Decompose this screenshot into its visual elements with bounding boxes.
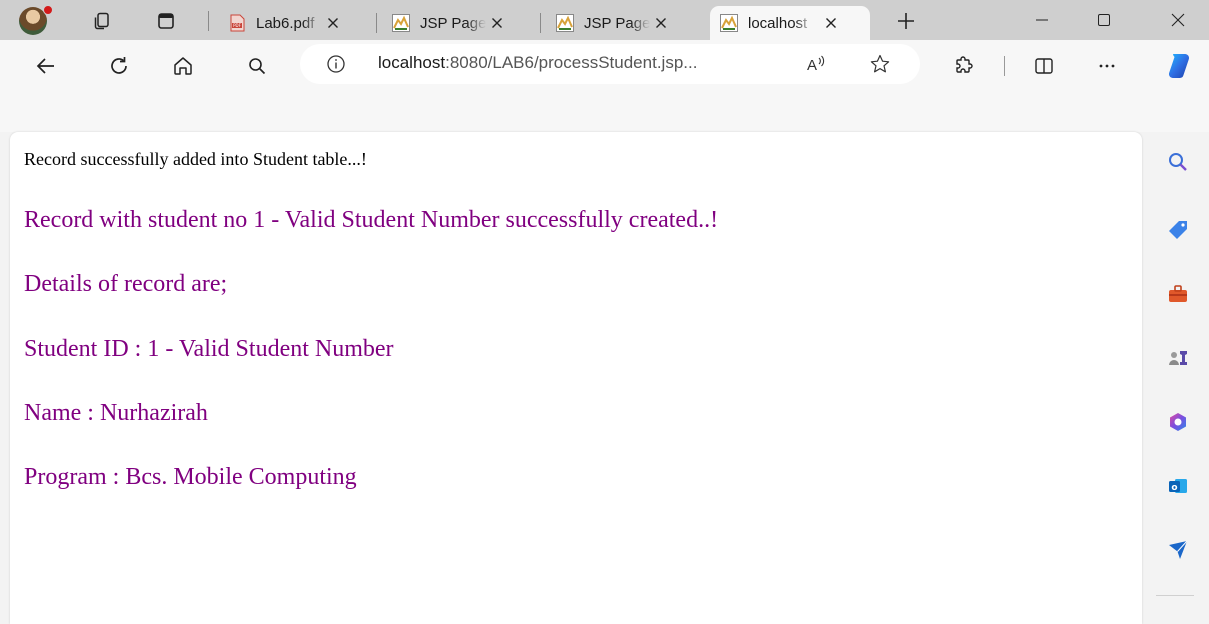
refresh-icon[interactable]	[101, 48, 137, 84]
site-info-icon[interactable]	[326, 54, 346, 74]
minimize-icon[interactable]	[1019, 0, 1065, 40]
close-window-icon[interactable]	[1155, 0, 1201, 40]
tab-divider	[540, 13, 541, 33]
send-icon[interactable]	[1166, 538, 1190, 562]
search-icon[interactable]	[1166, 150, 1190, 174]
tab-jsp-page-1[interactable]: JSP Page	[382, 6, 534, 40]
url-text: localhost:8080/LAB6/processStudent.jsp..…	[378, 53, 697, 73]
workspaces-icon[interactable]	[89, 8, 115, 34]
new-tab-icon[interactable]	[893, 8, 919, 34]
student-program-line: Program : Bcs. Mobile Computing	[24, 464, 357, 490]
url-host: localhost	[378, 53, 446, 72]
tab-lab6-pdf[interactable]: PDF Lab6.pdf	[218, 6, 370, 40]
back-icon[interactable]	[28, 48, 64, 84]
address-bar[interactable]: localhost:8080/LAB6/processStudent.jsp..…	[300, 44, 920, 84]
split-screen-icon[interactable]	[1026, 48, 1062, 84]
copilot-icon[interactable]	[1161, 48, 1197, 84]
tab-title: JSP Page	[420, 14, 486, 32]
tab-divider	[376, 13, 377, 33]
favorite-star-icon[interactable]	[869, 53, 891, 79]
close-icon[interactable]	[488, 14, 506, 32]
tomcat-icon	[720, 14, 738, 32]
tab-localhost[interactable]: localhost	[710, 6, 870, 40]
svg-text:o: o	[1171, 483, 1177, 493]
close-icon[interactable]	[652, 14, 670, 32]
tab-divider	[208, 11, 209, 31]
tomcat-icon	[392, 14, 410, 32]
page-content: Record successfully added into Student t…	[10, 132, 1142, 624]
more-options-icon[interactable]	[1089, 48, 1125, 84]
created-message: Record with student no 1 - Valid Student…	[24, 207, 719, 233]
close-icon[interactable]	[324, 14, 342, 32]
sidebar-divider	[1156, 595, 1194, 596]
read-aloud-icon[interactable]: A	[805, 53, 827, 79]
games-icon[interactable]	[1166, 345, 1190, 369]
student-id-line: Student ID : 1 - Valid Student Number	[24, 336, 394, 362]
close-icon[interactable]	[822, 14, 840, 32]
tab-title: Lab6.pdf	[256, 14, 315, 32]
url-path: :8080/LAB6/processStudent.jsp...	[445, 53, 698, 72]
m365-icon[interactable]	[1166, 410, 1190, 434]
profile-notification-dot	[43, 5, 53, 15]
pdf-icon: PDF	[228, 14, 246, 32]
tab-actions-icon[interactable]	[153, 8, 179, 34]
home-icon[interactable]	[165, 48, 201, 84]
search-icon[interactable]	[239, 48, 275, 84]
details-heading: Details of record are;	[24, 271, 228, 297]
svg-text:A: A	[807, 57, 817, 74]
extensions-icon[interactable]	[946, 48, 982, 84]
svg-text:PDF: PDF	[233, 23, 241, 28]
student-name-line: Name : Nurhazirah	[24, 400, 208, 426]
tab-strip: PDF Lab6.pdf JSP Page JSP Page localhost	[0, 0, 1209, 40]
outlook-icon[interactable]: o	[1166, 474, 1190, 498]
tab-title: JSP Page	[584, 14, 650, 32]
status-message: Record successfully added into Student t…	[24, 149, 367, 169]
toolbar: localhost:8080/LAB6/processStudent.jsp..…	[0, 40, 1209, 132]
toolbox-icon[interactable]	[1166, 282, 1190, 306]
edge-sidebar: o	[1148, 132, 1209, 624]
maximize-icon[interactable]	[1081, 0, 1127, 40]
tag-icon[interactable]	[1166, 218, 1190, 242]
tomcat-icon	[556, 14, 574, 32]
tab-jsp-page-2[interactable]: JSP Page	[546, 6, 698, 40]
tab-title: localhost	[748, 14, 808, 32]
toolbar-divider	[1004, 56, 1005, 76]
